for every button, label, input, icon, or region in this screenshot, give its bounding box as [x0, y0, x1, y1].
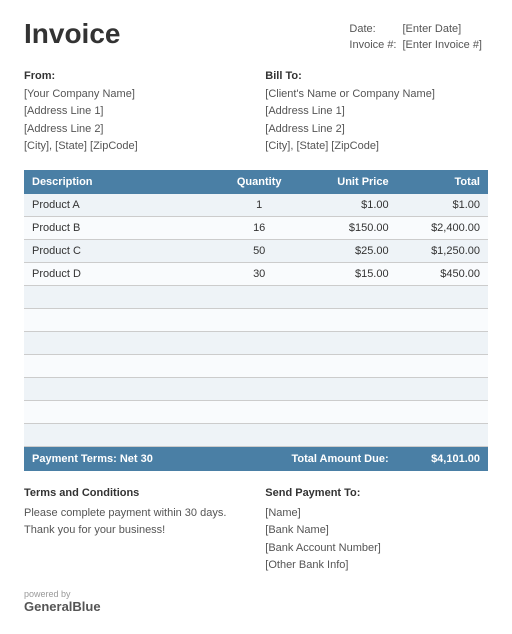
cell-quantity — [217, 377, 302, 400]
cell-description — [24, 308, 217, 331]
terms-line1: Please complete payment within 30 days. — [24, 505, 247, 523]
table-header-row: Description Quantity Unit Price Total — [24, 170, 488, 194]
cell-description — [24, 423, 217, 446]
cell-quantity: 50 — [217, 239, 302, 262]
table-row — [24, 377, 488, 400]
cell-description: Product C — [24, 239, 217, 262]
cell-quantity — [217, 354, 302, 377]
from-block: From: [Your Company Name] [Address Line … — [24, 68, 247, 156]
cell-description: Product A — [24, 194, 217, 217]
send-name: [Name] — [265, 505, 488, 523]
cell-total — [397, 400, 488, 423]
table-row — [24, 423, 488, 446]
payment-terms: Payment Terms: Net 30 — [24, 446, 217, 471]
cell-quantity — [217, 331, 302, 354]
cell-unit_price — [302, 285, 397, 308]
table-row — [24, 400, 488, 423]
from-bill-section: From: [Your Company Name] [Address Line … — [24, 68, 488, 156]
header-section: Invoice Date: [Enter Date] Invoice #: [E… — [24, 20, 488, 54]
bill-city: [City], [State] [ZipCode] — [265, 138, 488, 156]
terms-label: Terms and Conditions — [24, 485, 247, 503]
cell-quantity — [217, 285, 302, 308]
cell-unit_price: $1.00 — [302, 194, 397, 217]
invoice-label: Invoice #: — [349, 38, 400, 52]
table-row: Product B16$150.00$2,400.00 — [24, 216, 488, 239]
cell-total: $450.00 — [397, 262, 488, 285]
cell-unit_price: $15.00 — [302, 262, 397, 285]
table-row: Product C50$25.00$1,250.00 — [24, 239, 488, 262]
terms-line2: Thank you for your business! — [24, 522, 247, 540]
from-company: [Your Company Name] — [24, 86, 247, 104]
cell-total — [397, 285, 488, 308]
from-address1: [Address Line 1] — [24, 103, 247, 121]
cell-total — [397, 354, 488, 377]
date-value: [Enter Date] — [403, 22, 487, 36]
brand-name: GeneralBlue — [24, 599, 101, 614]
bill-company: [Client's Name or Company Name] — [265, 86, 488, 104]
bill-address2: [Address Line 2] — [265, 121, 488, 139]
footer-section: Terms and Conditions Please complete pay… — [24, 485, 488, 575]
cell-description — [24, 354, 217, 377]
cell-description: Product D — [24, 262, 217, 285]
cell-description — [24, 377, 217, 400]
cell-unit_price: $150.00 — [302, 216, 397, 239]
invoice-title: Invoice — [24, 20, 120, 54]
cell-quantity — [217, 308, 302, 331]
cell-unit_price — [302, 331, 397, 354]
cell-description — [24, 285, 217, 308]
bill-address1: [Address Line 1] — [265, 103, 488, 121]
bill-block: Bill To: [Client's Name or Company Name]… — [265, 68, 488, 156]
powered-by: powered by GeneralBlue — [24, 589, 488, 614]
table-row: Product A1$1.00$1.00 — [24, 194, 488, 217]
invoice-value: [Enter Invoice #] — [403, 38, 487, 52]
cell-quantity — [217, 423, 302, 446]
cell-total — [397, 331, 488, 354]
bill-label: Bill To: — [265, 68, 488, 86]
col-unit-price: Unit Price — [302, 170, 397, 194]
cell-unit_price — [302, 423, 397, 446]
cell-unit_price — [302, 400, 397, 423]
cell-total — [397, 377, 488, 400]
cell-description: Product B — [24, 216, 217, 239]
cell-unit_price — [302, 354, 397, 377]
payment-block: Send Payment To: [Name] [Bank Name] [Ban… — [265, 485, 488, 575]
table-row — [24, 308, 488, 331]
cell-unit_price: $25.00 — [302, 239, 397, 262]
send-account: [Bank Account Number] — [265, 540, 488, 558]
send-bank: [Bank Name] — [265, 522, 488, 540]
col-total: Total — [397, 170, 488, 194]
table-row — [24, 354, 488, 377]
cell-quantity: 16 — [217, 216, 302, 239]
cell-unit_price — [302, 308, 397, 331]
from-address2: [Address Line 2] — [24, 121, 247, 139]
col-description: Description — [24, 170, 217, 194]
send-payment-label: Send Payment To: — [265, 485, 488, 503]
cell-quantity — [217, 400, 302, 423]
cell-total: $1.00 — [397, 194, 488, 217]
table-row: Product D30$15.00$450.00 — [24, 262, 488, 285]
total-label: Total Amount Due: — [217, 446, 397, 471]
cell-quantity: 1 — [217, 194, 302, 217]
from-label: From: — [24, 68, 247, 86]
cell-total — [397, 423, 488, 446]
send-other: [Other Bank Info] — [265, 557, 488, 575]
cell-total: $1,250.00 — [397, 239, 488, 262]
date-label: Date: — [349, 22, 400, 36]
cell-quantity: 30 — [217, 262, 302, 285]
from-city: [City], [State] [ZipCode] — [24, 138, 247, 156]
invoice-table: Description Quantity Unit Price Total Pr… — [24, 170, 488, 471]
table-row — [24, 285, 488, 308]
cell-description — [24, 400, 217, 423]
table-footer-row: Payment Terms: Net 30 Total Amount Due: … — [24, 446, 488, 471]
powered-text: powered by — [24, 589, 71, 599]
cell-unit_price — [302, 377, 397, 400]
terms-block: Terms and Conditions Please complete pay… — [24, 485, 247, 575]
table-row — [24, 331, 488, 354]
total-value: $4,101.00 — [397, 446, 488, 471]
cell-description — [24, 331, 217, 354]
cell-total — [397, 308, 488, 331]
cell-total: $2,400.00 — [397, 216, 488, 239]
header-meta: Date: [Enter Date] Invoice #: [Enter Inv… — [347, 20, 488, 54]
col-quantity: Quantity — [217, 170, 302, 194]
